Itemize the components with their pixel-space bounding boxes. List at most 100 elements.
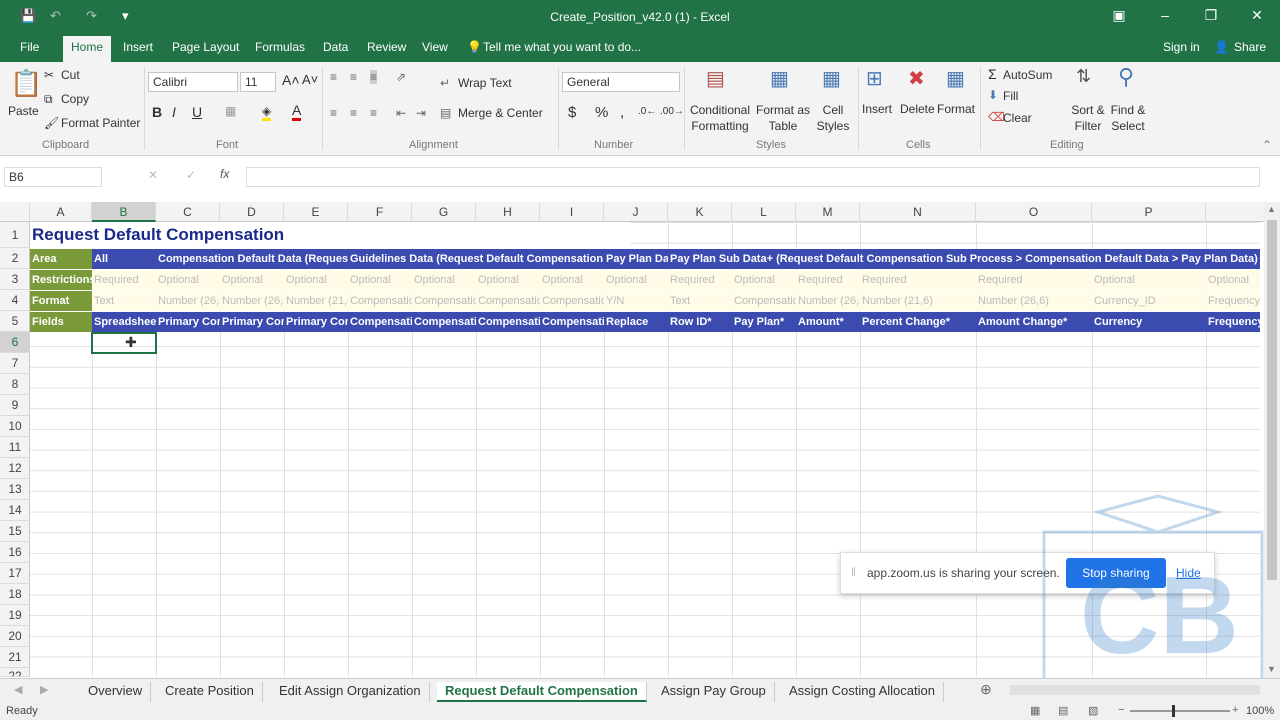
comma-icon[interactable]: , xyxy=(620,104,624,121)
prev-sheet-icon[interactable]: ◀ xyxy=(14,683,22,696)
table-cell[interactable]: Compensati xyxy=(412,312,476,332)
tab-data[interactable]: Data xyxy=(323,40,348,54)
align-left-icon[interactable]: ≡ xyxy=(330,106,337,120)
table-cell[interactable]: Required xyxy=(92,270,156,290)
minimize-icon[interactable]: – xyxy=(1150,7,1180,23)
row-header[interactable]: 11 xyxy=(0,437,30,458)
select-all-corner[interactable] xyxy=(0,202,30,222)
cell-format-label[interactable]: Format xyxy=(30,291,92,311)
cut-button[interactable]: Cut xyxy=(61,68,80,82)
row-header[interactable]: 13 xyxy=(0,479,30,500)
row-header[interactable]: 4 xyxy=(0,290,30,311)
table-cell[interactable]: Frequency xyxy=(1206,312,1260,332)
sheet-tab-assign-pay-group[interactable]: Assign Pay Group xyxy=(653,682,775,702)
align-middle-icon[interactable]: ≡ xyxy=(350,70,357,84)
format-as-table-button[interactable]: Format as Table xyxy=(754,102,812,134)
horizontal-scrollbar[interactable] xyxy=(1010,685,1260,695)
column-header[interactable]: J xyxy=(604,202,668,222)
shrink-font-icon[interactable]: A˅ xyxy=(302,72,318,87)
tab-formulas[interactable]: Formulas xyxy=(255,40,305,54)
autosum-button[interactable]: AutoSum xyxy=(1003,68,1052,82)
column-header[interactable]: H xyxy=(476,202,540,222)
merge-center-button[interactable]: Merge & Center xyxy=(458,106,543,120)
table-cell[interactable]: Compensatio xyxy=(476,291,540,311)
table-cell[interactable]: Amount* xyxy=(796,312,860,332)
cell-comp-default-data[interactable]: Compensation Default Data (Request xyxy=(156,249,348,269)
vertical-scrollbar[interactable]: ▲ ▼ xyxy=(1264,202,1280,678)
zoom-level[interactable]: 100% xyxy=(1246,705,1274,717)
page-layout-view-icon[interactable]: ▤ xyxy=(1058,704,1068,717)
column-header[interactable]: M xyxy=(796,202,860,222)
row-header[interactable]: 9 xyxy=(0,395,30,416)
paste-icon[interactable]: 📋 xyxy=(10,68,42,99)
table-cell[interactable]: Amount Change* xyxy=(976,312,1092,332)
table-cell[interactable]: Compensati xyxy=(540,312,604,332)
decrease-indent-icon[interactable]: ⇤ xyxy=(396,106,406,120)
table-cell[interactable]: Primary Con xyxy=(220,312,284,332)
table-cell[interactable]: Optional xyxy=(284,270,348,290)
zoom-in-icon[interactable]: + xyxy=(1232,704,1238,716)
table-cell[interactable]: Optional xyxy=(1206,270,1260,290)
row-header[interactable]: 3 xyxy=(0,269,30,290)
column-header[interactable]: I xyxy=(540,202,604,222)
add-sheet-icon[interactable]: ⊕ xyxy=(980,681,992,698)
drag-handle-icon[interactable]: ‖ xyxy=(851,565,856,579)
row-header[interactable]: 10 xyxy=(0,416,30,437)
column-header[interactable]: L xyxy=(732,202,796,222)
table-cell[interactable]: Optional xyxy=(476,270,540,290)
find-select-button[interactable]: Find & Select xyxy=(1106,102,1150,134)
row-header[interactable]: 1 xyxy=(0,222,30,248)
table-cell[interactable]: Compensatio xyxy=(348,291,412,311)
increase-decimal-icon[interactable]: .0← xyxy=(638,106,656,117)
table-cell[interactable]: Number (26,6 xyxy=(796,291,860,311)
sheet-tab-edit-assign-organization[interactable]: Edit Assign Organization xyxy=(271,682,430,702)
cell-pay-plan-data[interactable]: Pay Plan Da xyxy=(604,249,668,269)
row-header[interactable]: 21 xyxy=(0,647,30,668)
fill-color-icon[interactable]: ◈ xyxy=(262,104,272,121)
row-header[interactable]: 14 xyxy=(0,500,30,521)
column-header[interactable]: O xyxy=(976,202,1092,222)
zoom-slider[interactable] xyxy=(1130,710,1230,712)
normal-view-icon[interactable]: ▦ xyxy=(1030,704,1040,717)
cell-restrictions-label[interactable]: Restrictions xyxy=(30,270,92,290)
share-button[interactable]: Share xyxy=(1234,40,1266,54)
table-cell[interactable]: Currency xyxy=(1092,312,1206,332)
scrollbar-thumb[interactable] xyxy=(1267,220,1277,580)
copy-button[interactable]: Copy xyxy=(61,92,89,106)
table-cell[interactable]: Number (26,6) xyxy=(976,291,1092,311)
table-cell[interactable]: Number (21,6) xyxy=(860,291,976,311)
next-sheet-icon[interactable]: ▶ xyxy=(40,683,48,696)
row-header[interactable]: 16 xyxy=(0,542,30,563)
table-cell[interactable]: Required xyxy=(796,270,860,290)
table-cell[interactable]: Text xyxy=(668,291,732,311)
sheet-tab-overview[interactable]: Overview xyxy=(80,682,152,702)
zoom-out-icon[interactable]: − xyxy=(1118,704,1124,716)
cell-area-label[interactable]: Area xyxy=(30,249,92,269)
insert-cells-button[interactable]: Insert xyxy=(862,102,892,116)
table-cell[interactable]: Required xyxy=(860,270,976,290)
sign-in-link[interactable]: Sign in xyxy=(1163,40,1200,54)
font-name-select[interactable]: Calibri xyxy=(148,72,238,92)
table-cell[interactable]: Optional xyxy=(348,270,412,290)
table-cell[interactable]: Replace xyxy=(604,312,668,332)
table-cell[interactable]: Row ID* xyxy=(668,312,732,332)
tab-home[interactable]: Home xyxy=(63,36,112,62)
row-header[interactable]: 18 xyxy=(0,584,30,605)
font-size-select[interactable]: 11 xyxy=(240,72,276,92)
wrap-text-button[interactable]: Wrap Text xyxy=(458,76,512,90)
close-icon[interactable]: ✕ xyxy=(1242,7,1272,24)
row-header[interactable]: 7 xyxy=(0,353,30,374)
table-cell[interactable]: Required xyxy=(976,270,1092,290)
table-cell[interactable]: Percent Change* xyxy=(860,312,976,332)
cell-pay-plan-sub-data[interactable]: Pay Plan Sub Data+ (Request Default Comp… xyxy=(668,249,1260,269)
align-right-icon[interactable]: ≡ xyxy=(370,106,377,120)
row-header[interactable]: 8 xyxy=(0,374,30,395)
insert-function-icon[interactable]: fx xyxy=(220,167,229,181)
table-cell[interactable]: Y/N xyxy=(604,291,668,311)
selected-cell-b6[interactable] xyxy=(91,332,157,354)
zoom-slider-thumb[interactable] xyxy=(1172,705,1175,717)
table-cell[interactable]: Optional xyxy=(412,270,476,290)
format-cells-button[interactable]: Format xyxy=(937,102,975,116)
tab-view[interactable]: View xyxy=(422,40,448,54)
row-header[interactable]: 6 xyxy=(0,332,30,353)
